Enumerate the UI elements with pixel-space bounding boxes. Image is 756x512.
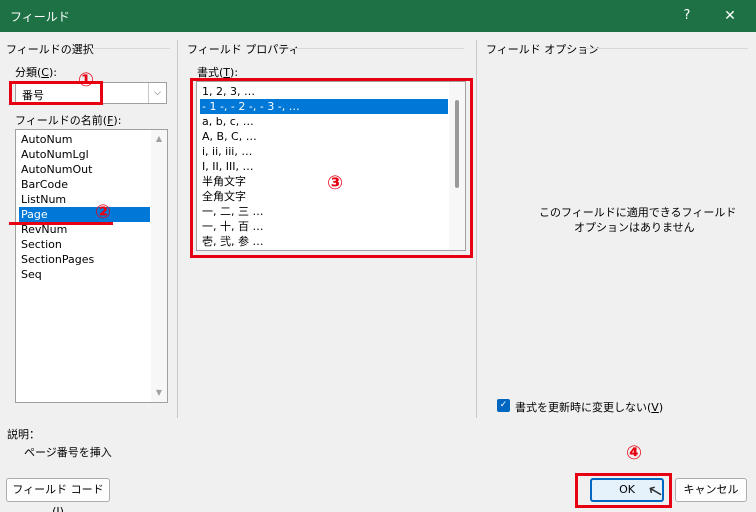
format-scroll-thumb[interactable] (455, 100, 459, 188)
format-item-selected[interactable]: - 1 -, - 2 -, - 3 -, … (200, 99, 448, 114)
field-item-autonum[interactable]: AutoNum (19, 132, 72, 147)
format-item[interactable]: A, B, C, … (200, 129, 257, 144)
field-properties-group-title: フィールド プロパティ (187, 43, 300, 56)
preserve-format-label[interactable]: 書式を更新時に変更しない(V) (515, 399, 663, 415)
no-options-line1: このフィールドに適用できるフィールド (539, 206, 737, 219)
format-item[interactable]: 全角文字 (200, 189, 246, 204)
description-text: ページ番号を挿入 (24, 446, 112, 459)
annotation-marker-1: ① (78, 69, 95, 91)
scroll-up-arrow-icon[interactable]: ▲ (151, 132, 167, 146)
help-button[interactable]: ? (676, 6, 698, 26)
format-item[interactable]: 壱, 弐, 参 … (200, 234, 263, 249)
format-item[interactable]: a, b, c, … (200, 114, 254, 129)
format-item[interactable]: I, II, III, … (200, 159, 253, 174)
format-list[interactable]: 1, 2, 3, … - 1 -, - 2 -, - 3 -, … a, b, … (196, 81, 466, 251)
column-divider-2 (476, 40, 477, 418)
scroll-down-arrow-icon[interactable]: ▼ (151, 386, 167, 400)
field-item-section[interactable]: Section (19, 237, 62, 252)
field-options-separator (584, 48, 748, 49)
annotation-marker-3: ③ (327, 172, 344, 194)
field-select-separator (90, 48, 170, 49)
format-label: 書式(T): (197, 66, 239, 79)
annotation-marker-2: ② (95, 201, 112, 223)
field-names-scrollbar[interactable]: ▲ ▼ (151, 130, 167, 402)
field-properties-separator (288, 48, 464, 49)
cancel-button[interactable]: キャンセル (675, 478, 747, 502)
field-item-page[interactable]: Page (19, 207, 150, 222)
field-item-autonumlgl[interactable]: AutoNumLgl (19, 147, 89, 162)
format-item[interactable]: 1, 2, 3, … (200, 84, 255, 99)
field-item-listnum[interactable]: ListNum (19, 192, 66, 207)
annotation-marker-4: ④ (626, 442, 643, 464)
format-item[interactable]: i, ii, iii, … (200, 144, 252, 159)
column-divider-1 (177, 40, 178, 418)
field-item-sectionpages[interactable]: SectionPages (19, 252, 94, 267)
category-label: 分類(C): (15, 66, 57, 79)
field-codes-button[interactable]: フィールド コード(I) (6, 478, 110, 512)
field-select-group-title: フィールドの選択 (6, 43, 94, 56)
format-item[interactable]: 一, 十, 百 … (200, 219, 263, 234)
field-item-barcode[interactable]: BarCode (19, 177, 68, 192)
field-item-seq[interactable]: Seq (19, 267, 42, 282)
field-names-list[interactable]: AutoNum AutoNumLgl AutoNumOut BarCode Li… (15, 129, 168, 403)
format-scrollbar[interactable] (449, 82, 465, 250)
category-value: 番号 (22, 89, 44, 102)
title-bar: フィールド ? ✕ (0, 0, 756, 32)
field-item-autonumout[interactable]: AutoNumOut (19, 162, 92, 177)
window-title: フィールド (10, 10, 70, 24)
format-item[interactable]: 半角文字 (200, 174, 246, 189)
field-names-label: フィールドの名前(F): (15, 114, 122, 127)
field-options-group-title: フィールド オプション (486, 43, 600, 56)
close-button[interactable]: ✕ (718, 6, 742, 26)
format-item[interactable]: 一, 二, 三 … (200, 204, 263, 219)
chevron-down-icon[interactable]: ⌵ (148, 83, 166, 103)
preserve-format-checkbox[interactable]: ✓ (497, 399, 510, 412)
description-label: 説明： (7, 428, 40, 441)
no-options-line2: オプションはありません (574, 221, 695, 234)
